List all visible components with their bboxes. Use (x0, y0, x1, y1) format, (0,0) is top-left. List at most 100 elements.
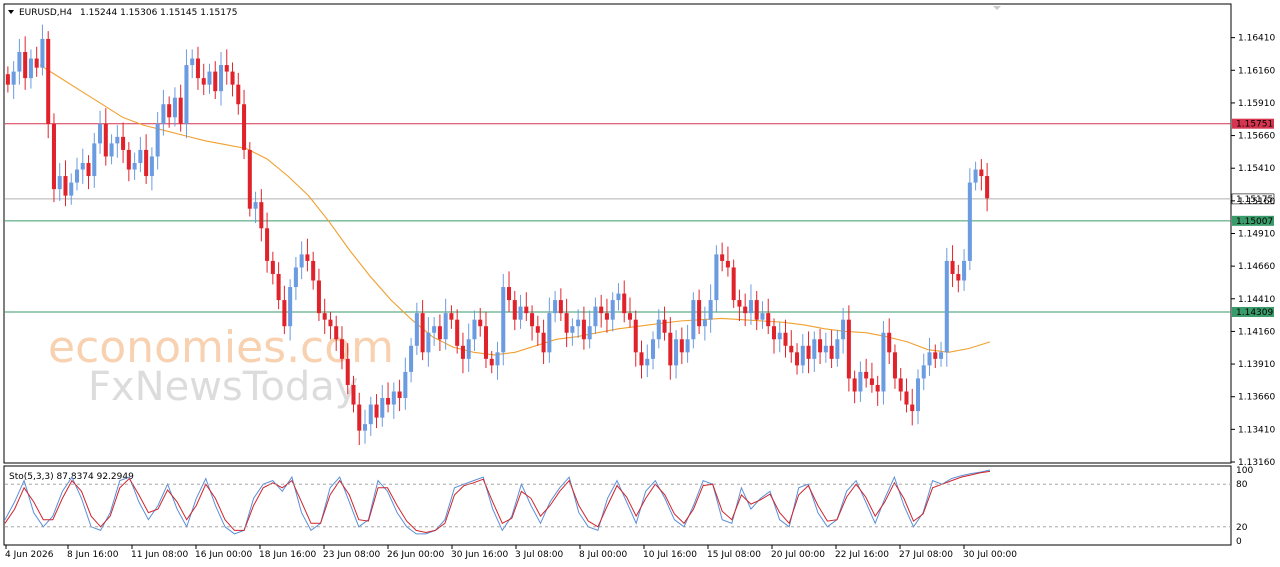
candle-body (397, 391, 402, 399)
candle-body (800, 345, 805, 366)
candle-body (869, 378, 874, 385)
candle-body (311, 260, 316, 281)
candle-body (472, 319, 477, 340)
candle-body (754, 300, 759, 320)
candle-body (720, 254, 725, 261)
candle-body (576, 319, 581, 327)
candle-body (339, 339, 344, 359)
candle-body (702, 319, 707, 327)
candle-body (610, 300, 615, 320)
candle-body (334, 326, 339, 340)
price-tick-label: 1.13660 (1238, 393, 1275, 403)
level-tag-label: 1.15007 (1236, 217, 1273, 227)
candle-body (403, 371, 408, 399)
candle-body (270, 260, 275, 274)
time-tick-label: 22 Jul 16:00 (835, 550, 889, 560)
candle-body (115, 136, 120, 144)
time-tick-label: 8 Jun 16:00 (67, 550, 119, 560)
candle-body (697, 300, 702, 327)
candle-body (167, 104, 172, 118)
price-tick-label: 1.15410 (1238, 164, 1275, 174)
candle-body (512, 300, 517, 320)
candle-body (743, 306, 748, 314)
candle-body (368, 404, 373, 425)
candle-body (921, 365, 926, 379)
time-tick-label: 26 Jun 00:00 (387, 550, 444, 560)
candle-body (944, 260, 949, 353)
price-tick-label: 1.14910 (1238, 230, 1275, 240)
candle-body (708, 300, 713, 320)
candle-body (149, 156, 154, 177)
candle-body (40, 38, 45, 68)
candle-body (351, 384, 356, 405)
candle-body (172, 97, 177, 118)
time-tick-label: 11 Jun 08:00 (131, 550, 188, 560)
candle-body (305, 254, 310, 261)
candle-body (299, 254, 304, 268)
candle-body (639, 352, 644, 366)
candle-body (915, 378, 921, 412)
candle-body (409, 345, 414, 372)
candle-body (121, 136, 126, 150)
candle-body (23, 52, 28, 79)
candle-body (236, 84, 241, 105)
time-tick-label: 20 Jul 00:00 (771, 550, 825, 560)
candle-body (144, 149, 149, 177)
stoch-tick-label: 100 (1236, 466, 1253, 476)
price-tick-label: 1.15160 (1238, 197, 1275, 207)
time-tick-label: 23 Jun 08:00 (323, 550, 380, 560)
candle-body (46, 38, 51, 124)
candle-body (432, 326, 437, 333)
candle-body (276, 273, 281, 301)
candle-body (414, 313, 419, 346)
candle-body (535, 326, 540, 333)
candle-body (933, 352, 938, 359)
candle-body (322, 313, 327, 320)
price-tick-label: 1.16160 (1238, 66, 1275, 76)
candle-body (449, 313, 454, 320)
candle-body (420, 313, 425, 353)
time-tick-label: 15 Jul 08:00 (707, 550, 761, 560)
candle-body (507, 287, 512, 301)
price-tick-label: 1.13910 (1238, 360, 1275, 370)
candle-body (51, 123, 56, 190)
price-tick-label: 1.14160 (1238, 327, 1275, 337)
time-tick-label: 30 Jul 00:00 (963, 550, 1017, 560)
time-tick-label: 18 Jun 16:00 (259, 550, 316, 560)
candle-body (581, 319, 586, 340)
candle-body (829, 345, 834, 359)
candle-body (881, 332, 886, 392)
candle-body (28, 58, 33, 79)
candle-body (242, 104, 247, 150)
candle-body (98, 123, 103, 144)
candle-body (553, 300, 558, 314)
candle-body (962, 260, 967, 281)
candle-body (679, 339, 684, 353)
candle-body (478, 319, 483, 327)
candle-body (218, 65, 224, 92)
candle-body (806, 345, 811, 359)
candle-body (69, 182, 74, 196)
candle-body (898, 378, 903, 392)
candle-body (674, 339, 679, 366)
candle-body (63, 176, 68, 196)
candle-body (547, 313, 552, 353)
candle-body (80, 162, 85, 170)
candle-body (86, 162, 91, 177)
chart-header-ohlc: 1.15244 1.15306 1.15145 1.15175 (80, 8, 237, 18)
candle-body (627, 313, 633, 320)
candle-body (518, 306, 523, 320)
candle-body (92, 143, 97, 177)
candle-body (950, 260, 955, 274)
price-axis: 1.16410 1.16160 1.15910 1.15660 1.15410 1.151… (1231, 34, 1275, 468)
candle-body (293, 267, 298, 288)
candle-body (443, 313, 448, 340)
candle-body (656, 319, 661, 340)
candle-body (282, 300, 287, 327)
candle-body (864, 371, 869, 379)
candle-body (455, 319, 460, 346)
candle-body (985, 176, 990, 199)
candle-body (812, 339, 817, 359)
candle-body (927, 352, 932, 366)
candle-body (501, 287, 506, 353)
